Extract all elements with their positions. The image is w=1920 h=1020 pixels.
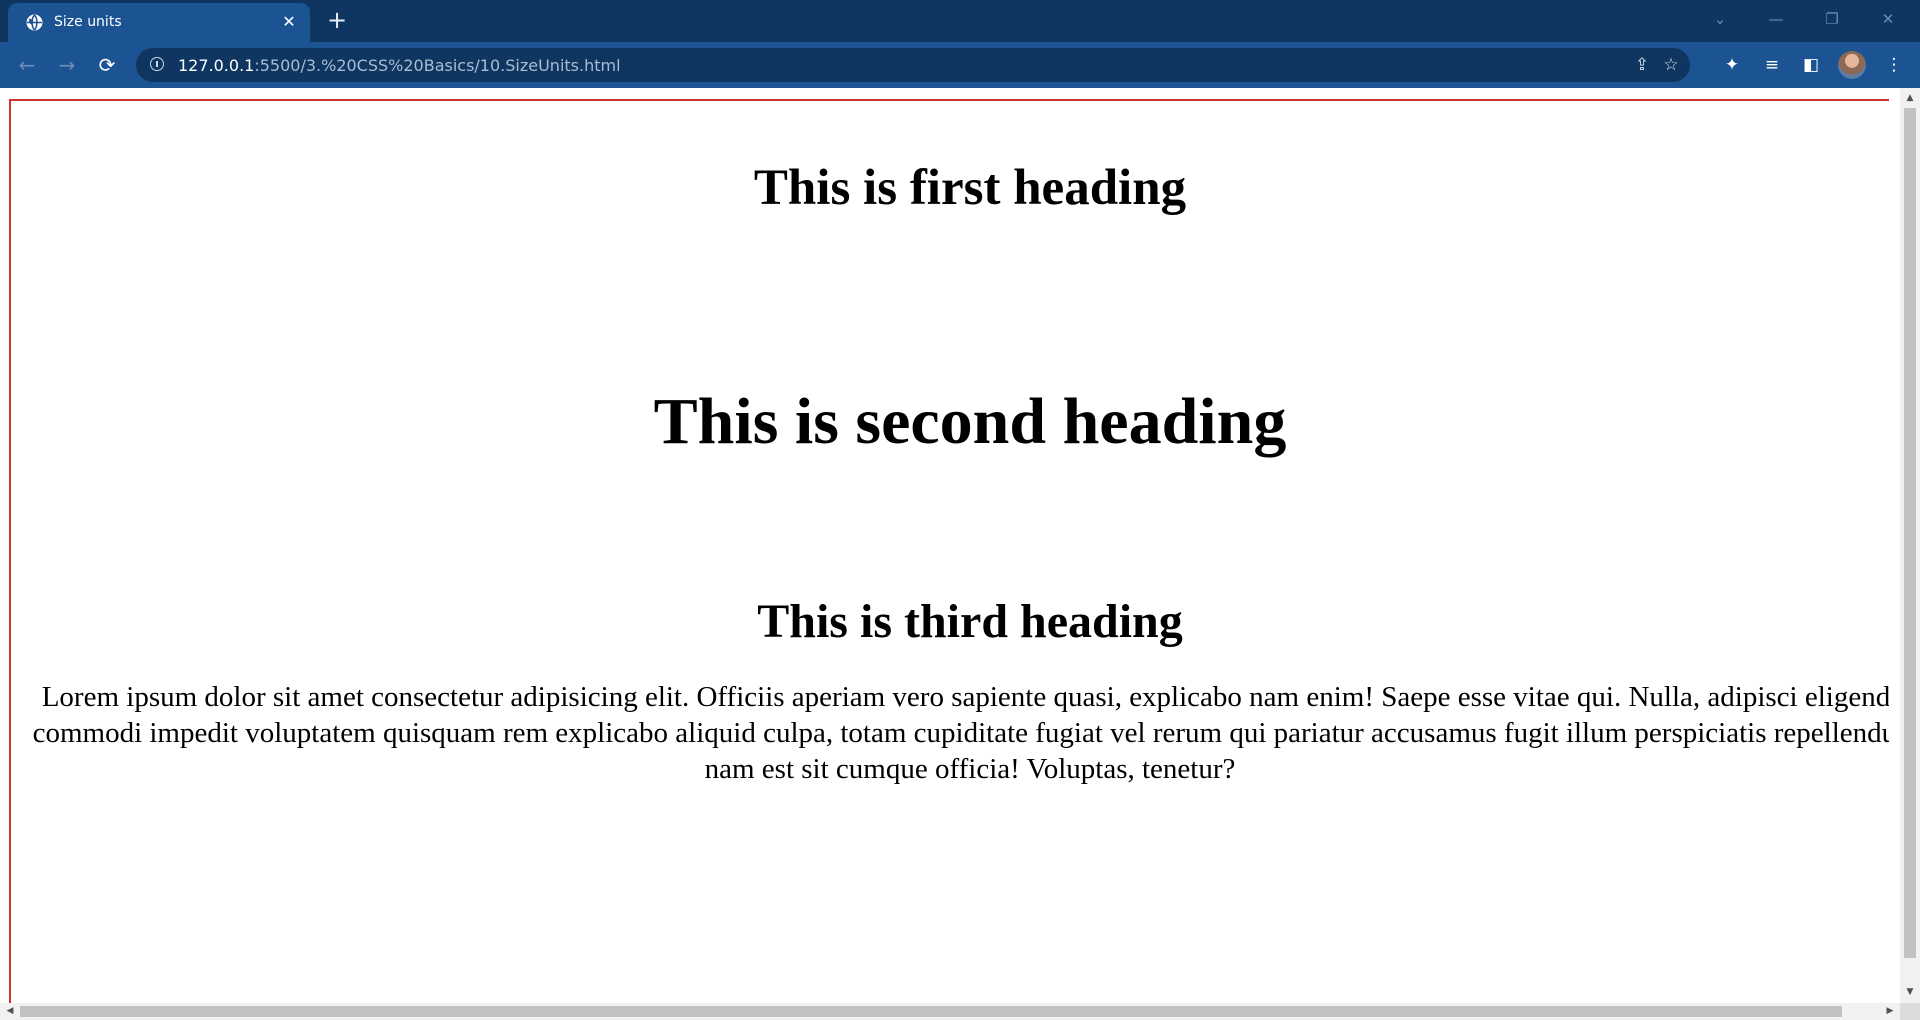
tab-close-icon[interactable]: ✕: [278, 11, 300, 33]
scroll-up-icon[interactable]: ▲: [1902, 90, 1918, 106]
tab-strip: Size units ✕ + ⌄ — ❐ ✕: [0, 0, 1920, 42]
url-path: :5500/3.%20CSS%20Basics/10.SizeUnits.htm…: [254, 56, 621, 75]
bookmark-star-icon[interactable]: ☆: [1660, 54, 1682, 76]
extensions-icon[interactable]: ✦: [1720, 53, 1744, 77]
vertical-scroll-thumb[interactable]: [1904, 108, 1916, 958]
forward-button[interactable]: →: [53, 51, 81, 79]
horizontal-scroll-thumb[interactable]: [20, 1006, 1842, 1017]
browser-toolbar: ← → ⟳ 127.0.0.1:5500/3.%20CSS%20Basics/1…: [0, 42, 1920, 88]
lorem-paragraph: Lorem ipsum dolor sit amet consectetur a…: [32, 681, 1889, 785]
menu-icon[interactable]: ⋮: [1882, 53, 1906, 77]
second-heading: This is second heading: [653, 385, 1287, 458]
back-button[interactable]: ←: [13, 51, 41, 79]
first-heading: This is first heading: [753, 160, 1187, 216]
url-text[interactable]: 127.0.0.1:5500/3.%20CSS%20Basics/10.Size…: [178, 56, 621, 75]
share-icon[interactable]: ⇪: [1631, 54, 1653, 76]
browser-tab[interactable]: Size units ✕: [8, 3, 310, 42]
tab-title: Size units: [54, 14, 122, 30]
horizontal-scrollbar[interactable]: ◀ ▶: [0, 1003, 1900, 1020]
scroll-down-icon[interactable]: ▼: [1902, 984, 1918, 1000]
scrollbar-corner: [1900, 1003, 1920, 1020]
tab-search-icon[interactable]: ⌄: [1700, 4, 1740, 34]
new-tab-button[interactable]: +: [324, 8, 350, 34]
minimize-icon[interactable]: —: [1756, 4, 1796, 34]
url-host: 127.0.0.1: [178, 56, 255, 75]
scroll-right-icon[interactable]: ▶: [1882, 1003, 1898, 1019]
page-content: This is first heading This is second hea…: [9, 99, 1889, 1019]
third-heading: This is third heading: [757, 595, 1183, 648]
globe-icon: [26, 14, 43, 31]
scroll-left-icon[interactable]: ◀: [2, 1003, 18, 1019]
reload-button[interactable]: ⟳: [93, 51, 121, 79]
vertical-scrollbar[interactable]: ▲ ▼: [1900, 88, 1920, 1003]
page-viewport: This is first heading This is second hea…: [0, 88, 1920, 1020]
media-control-icon[interactable]: ≡: [1760, 53, 1784, 77]
side-panel-icon[interactable]: ◧: [1799, 53, 1823, 77]
profile-avatar[interactable]: [1838, 51, 1866, 79]
address-bar[interactable]: 127.0.0.1:5500/3.%20CSS%20Basics/10.Size…: [136, 48, 1690, 82]
window-close-icon[interactable]: ✕: [1868, 4, 1908, 34]
site-info-icon[interactable]: [150, 57, 164, 71]
restore-icon[interactable]: ❐: [1812, 4, 1852, 34]
